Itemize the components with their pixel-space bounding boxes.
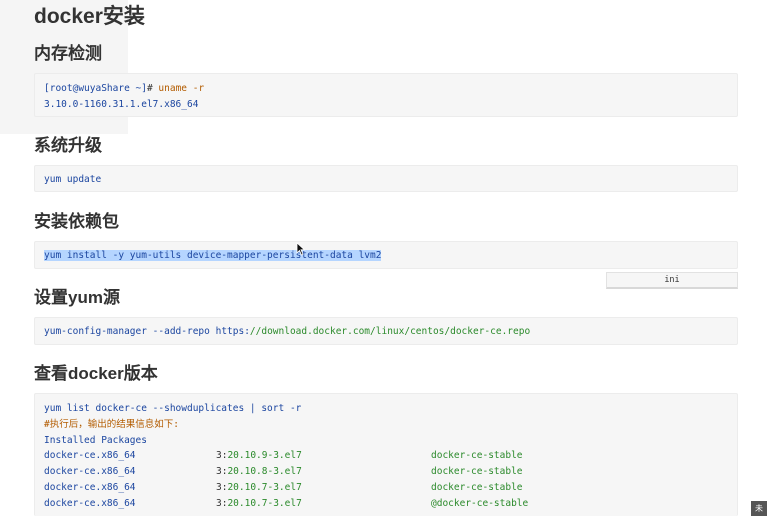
version-number: 20.10.8-3.el7 [227, 466, 302, 477]
version-number: 20.10.9-3.el7 [227, 450, 302, 461]
shell-prompt: [root@wuyaShare ~] [44, 83, 147, 94]
epoch: 3: [216, 482, 228, 493]
epoch: 3: [216, 450, 228, 461]
epoch: 3: [216, 466, 228, 477]
version-number: 20.10.7-3.el7 [227, 482, 302, 493]
selected-text: yum install -y yum-utils device-mapper-p… [44, 250, 382, 261]
heading-repo: 设置yum源 [34, 288, 120, 307]
code-line: yum update [44, 174, 102, 185]
code-block-memory[interactable]: [root@wuyaShare ~]# uname -r 3.10.0-1160… [34, 73, 738, 117]
page-title: docker安装 [34, 5, 145, 28]
repo-name: docker-ce-stable [431, 482, 523, 493]
package-name: docker-ce.x86_64 [44, 482, 136, 493]
package-name: docker-ce.x86_64 [44, 466, 136, 477]
code-line: yum-config-manager --add-repo https://do… [44, 325, 530, 339]
prompt-hash: # [146, 83, 159, 94]
version-number: 20.10.7-3.el7 [227, 498, 302, 509]
code-block-versions[interactable]: yum list docker-ce --showduplicates | so… [34, 393, 738, 516]
command-text: yum-config-manager --add-repo [44, 326, 216, 337]
repo-name: @docker-ce-stable [431, 498, 529, 509]
corner-tooltip[interactable]: 未 [751, 501, 767, 516]
mouse-cursor-icon [296, 242, 306, 256]
code-line: yum list docker-ce --showduplicates | so… [44, 403, 302, 414]
output-text: 3.10.0-1160.31.1.el7.x86_64 [44, 99, 199, 110]
heading-versions: 查看docker版本 [34, 364, 158, 383]
url-path: //download.docker.com/linux/centos/docke… [249, 326, 531, 337]
code-line: Installed Packages [44, 435, 147, 446]
code-line: [root@wuyaShare ~]# uname -r [44, 82, 204, 96]
language-tag[interactable]: ini [606, 272, 738, 289]
url-scheme: https: [215, 326, 250, 337]
heading-deps: 安装依赖包 [34, 212, 119, 231]
epoch: 3: [216, 498, 228, 509]
version: 3:20.10.7-3.el7 [216, 498, 302, 509]
code-line: 3.10.0-1160.31.1.el7.x86_64 [44, 98, 198, 112]
package-name: docker-ce.x86_64 [44, 450, 136, 461]
code-block-repo[interactable]: yum-config-manager --add-repo https://do… [34, 317, 738, 345]
code-block-deps[interactable]: yum install -y yum-utils device-mapper-p… [34, 241, 738, 269]
heading-upgrade: 系统升级 [34, 136, 102, 155]
repo-name: docker-ce-stable [431, 450, 523, 461]
version: 3:20.10.8-3.el7 [216, 466, 302, 477]
version: 3:20.10.7-3.el7 [216, 482, 302, 493]
code-comment: #执行后，输出的结果信息如下: [44, 419, 179, 430]
code-block-upgrade[interactable]: yum update [34, 165, 738, 192]
package-name: docker-ce.x86_64 [44, 498, 136, 509]
repo-name: docker-ce-stable [431, 466, 523, 477]
version: 3:20.10.9-3.el7 [216, 450, 302, 461]
code-line: yum install -y yum-utils device-mapper-p… [44, 249, 382, 263]
heading-memory: 内存检测 [34, 44, 102, 63]
command-text: uname -r [158, 83, 205, 94]
